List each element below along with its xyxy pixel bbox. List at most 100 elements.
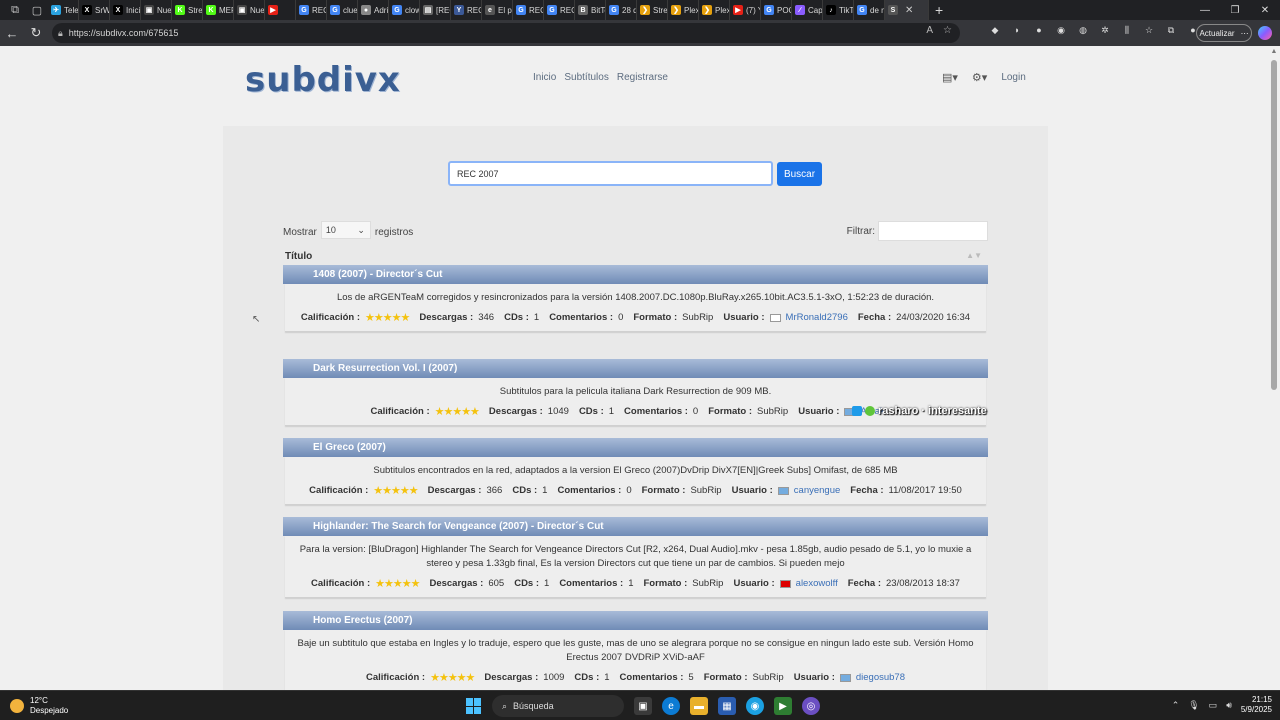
favorites-icon[interactable]: ☆ [1142, 23, 1156, 37]
scroll-up-arrow[interactable]: ▲ [1270, 48, 1278, 56]
weather-widget[interactable]: 12°C Despejado [10, 696, 68, 716]
tab-active[interactable]: S ✕ [885, 0, 929, 20]
browser-tab[interactable]: ❯ Plex [699, 0, 730, 20]
browser-tab[interactable]: ♪TikTo [823, 0, 854, 20]
nav-link-subtitulos[interactable]: Subtítulos [564, 72, 608, 83]
media-app-icon[interactable]: ▶ [774, 697, 792, 715]
clock-time: 21:15 [1251, 695, 1272, 704]
network-icon[interactable]: ▭ [1209, 700, 1218, 711]
browser-tab[interactable]: G 28 d [606, 0, 637, 20]
reload-button[interactable]: ↻ [24, 21, 48, 45]
mic-icon[interactable]: 🎙︎ [1188, 700, 1199, 711]
browser-tab[interactable]: Gclowr [389, 0, 420, 20]
extension-icon[interactable]: ◆ [988, 23, 1002, 37]
url-text: https://subdivx.com/675615 [68, 28, 179, 38]
taskbar-search[interactable]: ⌕ Búsqueda [492, 695, 624, 717]
result-title-link[interactable]: Highlander: The Search for Vengeance (20… [283, 517, 988, 536]
extension-icon[interactable]: ● [1032, 23, 1046, 37]
result-title-link[interactable]: Homo Erectus (2007) [283, 611, 988, 630]
comments-value: 0 [618, 312, 624, 323]
title-column-label: Título [285, 251, 313, 262]
browser-tab[interactable]: GREC [544, 0, 575, 20]
user-link[interactable]: alexowolff [796, 577, 838, 591]
extension-icon[interactable]: ◗ [1010, 23, 1024, 37]
browser-tab[interactable]: ∕Capt [792, 0, 823, 20]
chevron-up-icon[interactable]: ⌃ [1172, 700, 1180, 711]
view-menu-icon[interactable]: ▤▾ [942, 71, 958, 84]
browser-tab[interactable]: KMER [203, 0, 234, 20]
result-title-link[interactable]: 1408 (2007) - Director´s Cut [283, 265, 988, 284]
user-link[interactable]: diegosub78 [856, 671, 905, 685]
favorite-star-icon[interactable]: ☆ [943, 25, 952, 36]
read-aloud-icon[interactable]: A [926, 25, 933, 36]
copilot-icon[interactable] [1258, 26, 1272, 40]
browser-tab[interactable]: KStrea [172, 0, 203, 20]
store-icon[interactable]: ▦ [718, 697, 736, 715]
browser-tab[interactable]: ●Adria [358, 0, 389, 20]
chrome-icon[interactable]: ◉ [746, 697, 764, 715]
result-title-link[interactable]: El Greco (2007) [283, 438, 988, 457]
browser-tab[interactable]: ▶(7) Y [730, 0, 761, 20]
file-explorer-icon[interactable]: ▬ [690, 697, 708, 715]
collections-icon[interactable]: ⧉ [1164, 23, 1178, 37]
close-window-icon[interactable]: ✕ [1250, 0, 1280, 20]
browser-tab[interactable]: XInicio [110, 0, 141, 20]
result-title-link[interactable]: Dark Resurrection Vol. I (2007) [283, 359, 988, 378]
extension-icon[interactable]: ◉ [1054, 23, 1068, 37]
app-icon[interactable]: ◎ [802, 697, 820, 715]
browser-tab[interactable]: GREC [296, 0, 327, 20]
settings-gear-icon[interactable]: ⚙▾ [972, 71, 987, 84]
page-length-select[interactable]: 10 ⌄ [320, 221, 371, 239]
browser-tab[interactable]: Gcluel [327, 0, 358, 20]
tab-label: Plex [684, 5, 699, 15]
browser-tab[interactable]: ▶ [265, 0, 296, 20]
site-logo[interactable]: subdivx [245, 60, 401, 100]
minimize-icon[interactable]: — [1190, 0, 1220, 20]
browser-tab[interactable]: ▤[REC [420, 0, 451, 20]
close-icon[interactable]: ✕ [901, 5, 917, 16]
search-button[interactable]: Buscar [777, 162, 822, 186]
browser-tab[interactable]: ▣Nuev [234, 0, 265, 20]
start-windows-icon[interactable] [466, 698, 482, 714]
url-bar[interactable]: 🔒︎ https://subdivx.com/675615 A ☆ [52, 23, 960, 43]
title-column-header[interactable]: Título ▲▼ [285, 251, 988, 263]
user-label: Usuario : [723, 312, 765, 323]
scrollbar-thumb[interactable] [1271, 60, 1277, 390]
browser-tab[interactable]: BBitTo [575, 0, 606, 20]
browser-tab[interactable]: GPOCI [761, 0, 792, 20]
browser-tab[interactable]: ✈Teleg [48, 0, 79, 20]
browser-tab[interactable]: ❯ Plex [668, 0, 699, 20]
search-input[interactable]: REC 2007 [448, 161, 773, 186]
clock[interactable]: 21:15 5/9/2025 [1241, 695, 1272, 715]
restore-icon[interactable]: ❐ [1220, 0, 1250, 20]
update-button[interactable]: Actualizar ⋯ [1196, 24, 1252, 42]
browser-tab[interactable]: GREC [513, 0, 544, 20]
browser-tab[interactable]: XSrWh [79, 0, 110, 20]
browser-tab[interactable]: e El pr [482, 0, 513, 20]
browser-tab[interactable]: ❯Strea [637, 0, 668, 20]
back-button[interactable]: ← [0, 21, 24, 45]
nav-link-registrarse[interactable]: Registrarse [617, 72, 668, 83]
login-link[interactable]: Login [1001, 72, 1025, 83]
filter-input[interactable] [878, 221, 988, 241]
split-screen-icon[interactable]: ⫼ [1120, 23, 1134, 37]
user-link[interactable]: canyengue [794, 484, 840, 498]
extension-icon[interactable]: ◍ [1076, 23, 1090, 37]
browser-tab[interactable]: ▣Nuev [141, 0, 172, 20]
browser-tab[interactable]: Gde m [854, 0, 885, 20]
overlay-user: rasharo [878, 405, 919, 417]
update-label: Actualizar [1199, 28, 1235, 38]
tab-actions-icon[interactable]: ▢ [26, 0, 48, 20]
extensions-puzzle-icon[interactable]: ✲ [1098, 23, 1112, 37]
workspaces-icon[interactable]: ⧉ [4, 0, 26, 20]
result-title: 1408 (2007) - Director´s Cut [313, 269, 443, 280]
nav-link-inicio[interactable]: Inicio [533, 72, 556, 83]
volume-icon[interactable]: 🔊︎ [1226, 700, 1232, 711]
task-view-icon[interactable]: ▣ [634, 697, 652, 715]
user-link[interactable]: MrRonald2796 [786, 311, 848, 325]
edge-icon[interactable]: e [662, 697, 680, 715]
country-flag-icon [777, 487, 789, 495]
new-tab-button[interactable]: + [929, 2, 949, 18]
browser-tab[interactable]: YREC [451, 0, 482, 20]
uploader: Usuario : MrRonald2796 [723, 311, 848, 325]
